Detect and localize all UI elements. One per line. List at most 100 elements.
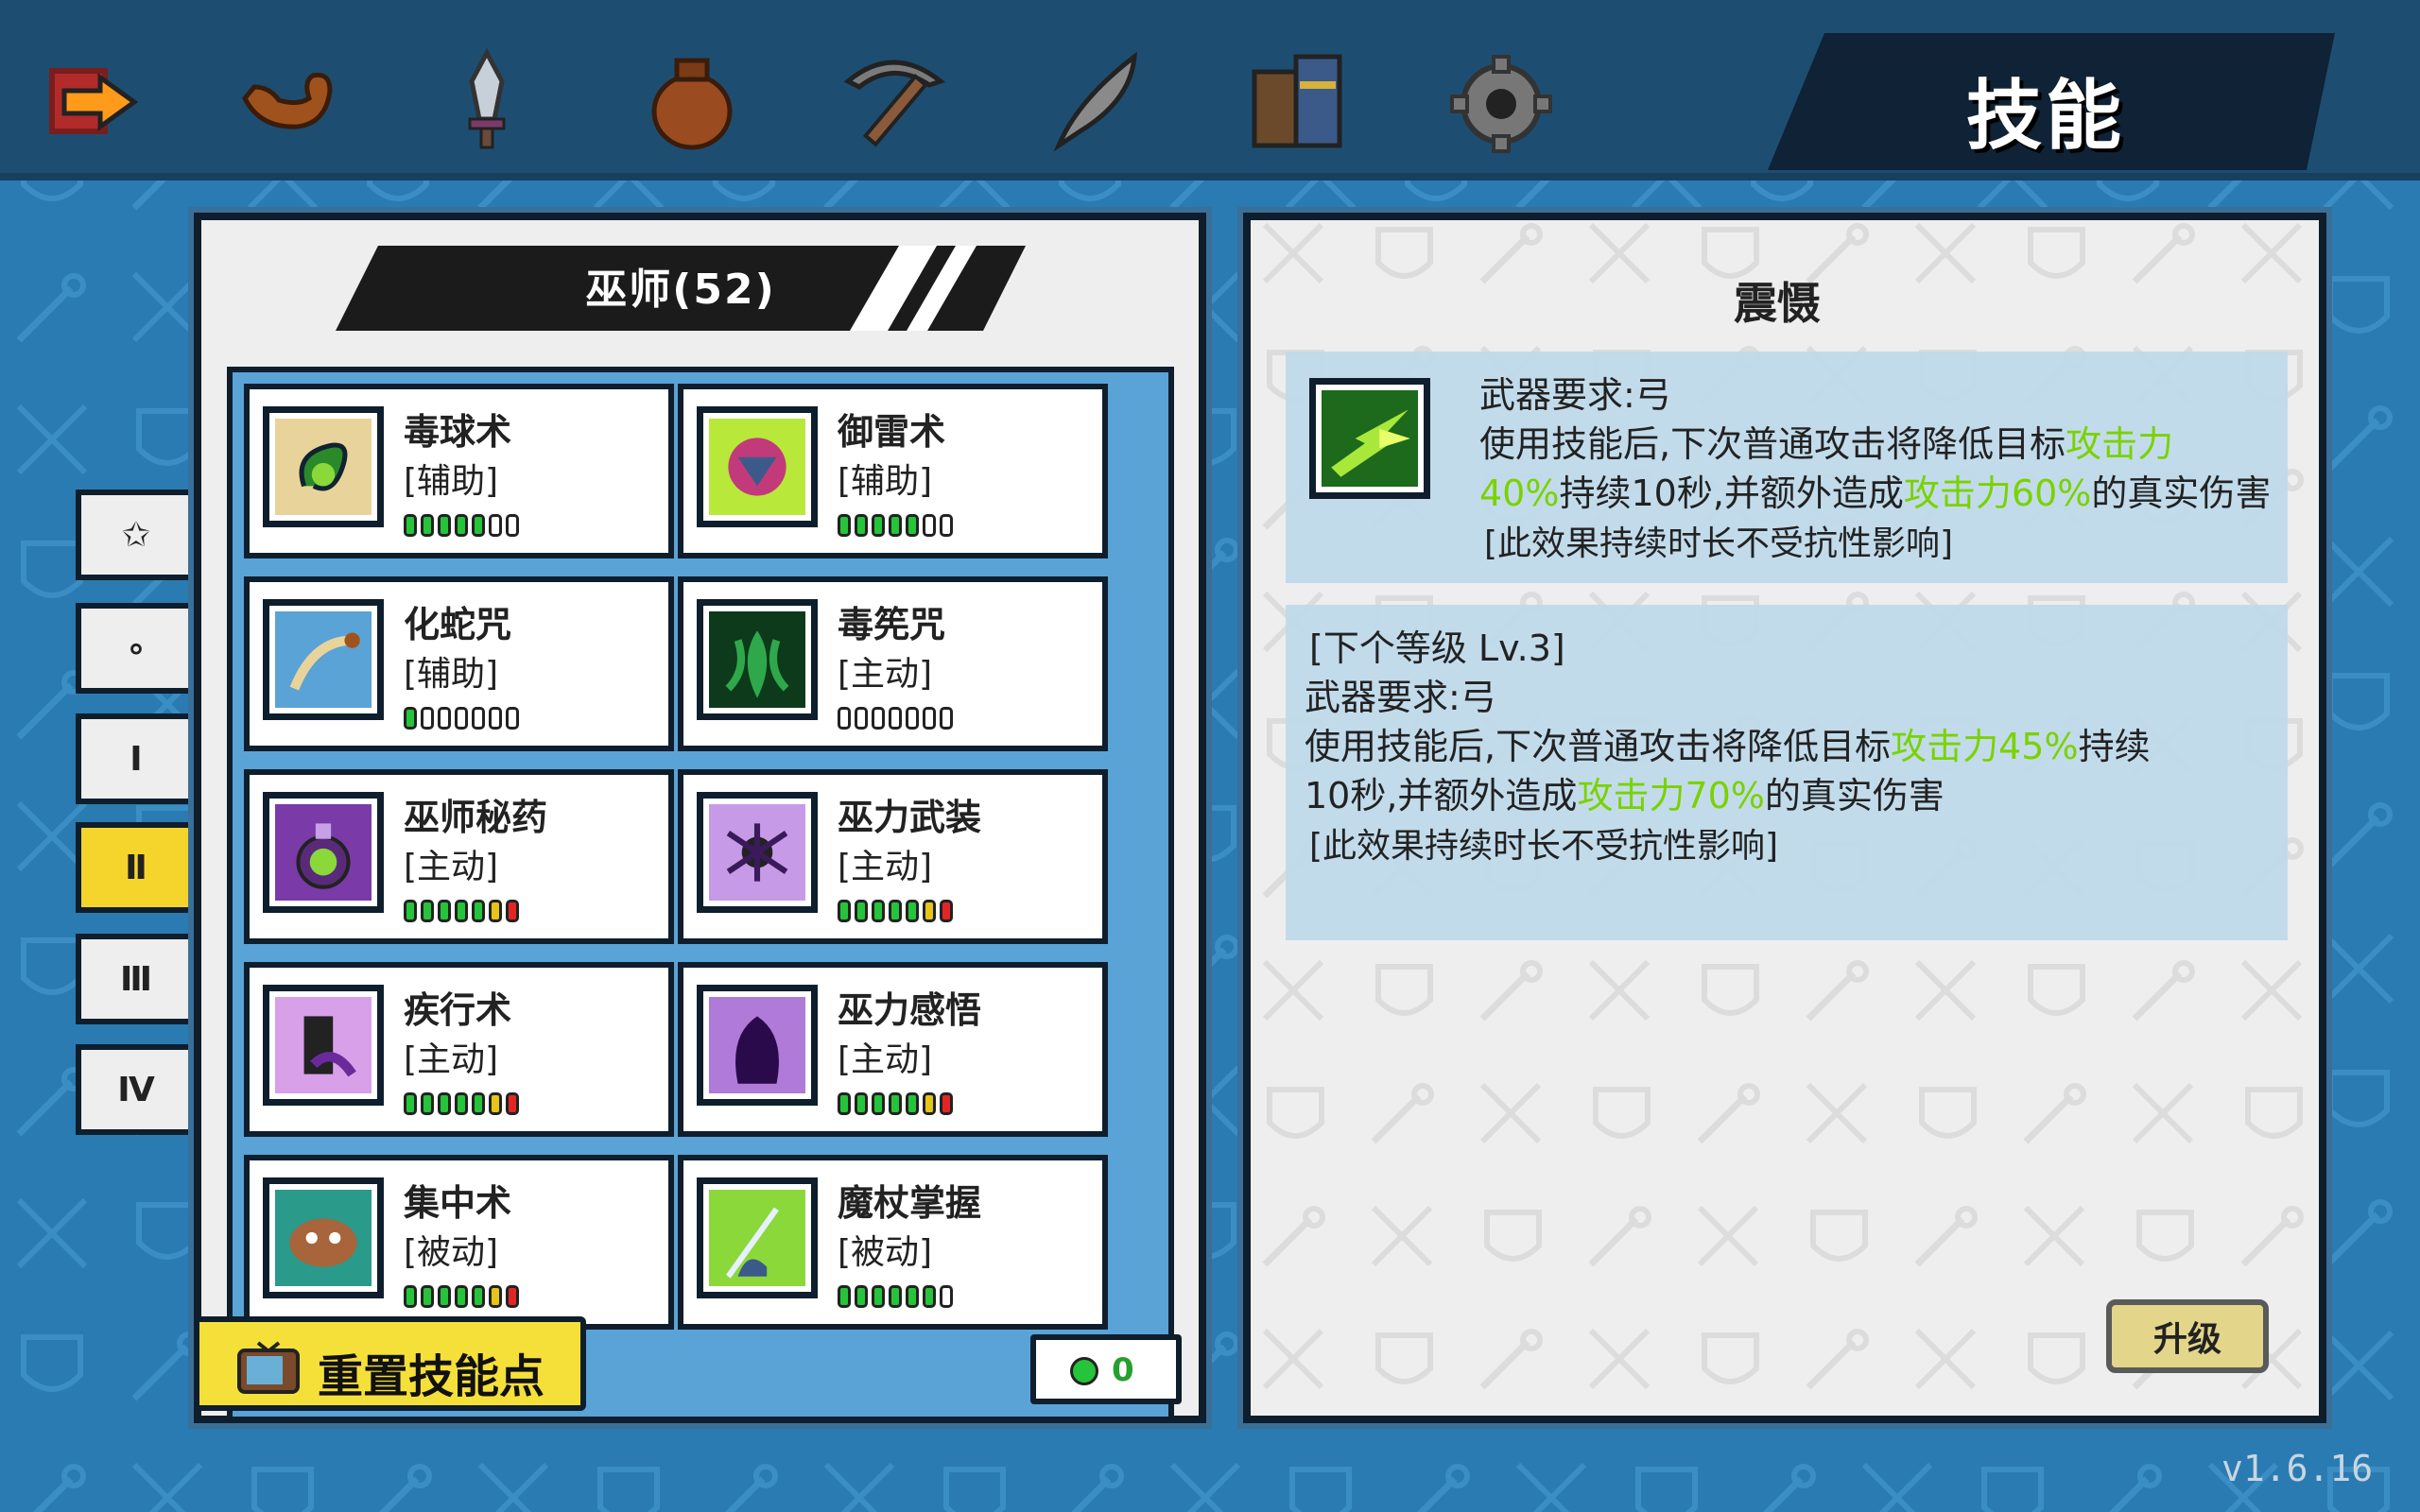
sword-icon[interactable]: [430, 43, 544, 157]
skill-level-dot: [940, 1285, 953, 1308]
skill-grid[interactable]: 毒球术 [辅助] 御雷术 [辅助] 化蛇咒 [辅助] 毒筅咒 [主动] 巫师秘药 [主动] 巫力武装…: [227, 367, 1174, 1422]
skill-type: [主动]: [838, 848, 933, 886]
skill-level-dot: [838, 1285, 851, 1308]
skill-name: 巫力感悟: [838, 989, 982, 1031]
class-label: 巫师(52): [585, 266, 776, 314]
skill-level-dot: [855, 1285, 868, 1308]
skill-level-dot: [455, 1285, 468, 1308]
skill-level-dot: [872, 514, 885, 537]
skill-level-dot: [455, 514, 468, 537]
skill-level-dot: [855, 900, 868, 922]
skill-card[interactable]: 疾行术 [主动]: [244, 962, 674, 1137]
books-icon[interactable]: [1243, 43, 1357, 157]
skill-card[interactable]: 巫师秘药 [主动]: [244, 769, 674, 944]
skill-level-dot: [489, 514, 502, 537]
tier-tab-5[interactable]: Ⅲ: [76, 934, 191, 1024]
reset-skill-points-button[interactable]: 重置技能点: [194, 1316, 586, 1411]
skill-level-dot: [889, 1092, 902, 1115]
skill-level-dot: [506, 1285, 519, 1308]
skill-level-dot: [872, 707, 885, 730]
feather-icon[interactable]: [1040, 43, 1153, 157]
skill-level-dots: [838, 707, 953, 730]
skill-level-dot: [472, 1285, 485, 1308]
skill-icon: [697, 599, 818, 720]
skill-level-dot: [421, 514, 434, 537]
skill-icon: [263, 792, 384, 913]
skill-level-dots: [838, 514, 953, 537]
skill-level-dot: [489, 1285, 502, 1308]
skill-level-dot: [506, 900, 519, 922]
skill-level-dot: [838, 900, 851, 922]
tier-tab-6[interactable]: Ⅳ: [76, 1044, 191, 1135]
skill-level-dot: [506, 707, 519, 730]
skill-card[interactable]: 巫力武装 [主动]: [678, 769, 1108, 944]
skill-icon: [263, 406, 384, 527]
skill-points-value: 0: [1112, 1351, 1134, 1389]
skill-level-dot: [421, 900, 434, 922]
skill-name: 毒筅咒: [838, 604, 946, 645]
skill-level-dot: [906, 900, 919, 922]
skill-level-dot: [889, 514, 902, 537]
skill-icon: [263, 599, 384, 720]
skill-level-dot: [889, 1285, 902, 1308]
skill-level-dots: [404, 1285, 519, 1308]
skill-level-dot: [838, 514, 851, 537]
skill-level-dot: [940, 900, 953, 922]
skill-card[interactable]: 化蛇咒 [辅助]: [244, 576, 674, 751]
skill-type: [主动]: [404, 848, 499, 886]
tier-tab-3[interactable]: Ⅰ: [76, 713, 191, 804]
skill-name: 集中术: [404, 1182, 512, 1224]
tv-icon: [235, 1341, 302, 1396]
next-weapon-req: 武器要求:弓: [1305, 677, 1496, 718]
skill-card[interactable]: 魔杖掌握 [被动]: [678, 1155, 1108, 1330]
skill-level-dots: [838, 1285, 953, 1308]
exit-arrow-icon[interactable]: [36, 43, 149, 157]
skill-level-dot: [404, 514, 417, 537]
skill-level-dot: [438, 707, 451, 730]
pickaxe-icon[interactable]: [837, 43, 950, 157]
skill-level-dots: [404, 514, 519, 537]
skill-level-dot: [872, 900, 885, 922]
skill-level-dot: [923, 900, 936, 922]
arm-strength-icon[interactable]: [232, 43, 345, 157]
skill-level-dot: [438, 1285, 451, 1308]
skill-card[interactable]: 御雷术 [辅助]: [678, 384, 1108, 558]
skill-level-dot: [906, 514, 919, 537]
skill-level-dot: [906, 707, 919, 730]
skill-name: 御雷术: [838, 411, 946, 453]
version-label: v1.6.16: [2221, 1448, 2374, 1489]
skill-name: 巫力武装: [838, 797, 982, 838]
skill-level-dot: [455, 1092, 468, 1115]
skill-level-dot: [404, 900, 417, 922]
skill-name: 疾行术: [404, 989, 512, 1031]
page-title: 技能: [1966, 72, 2125, 160]
skill-level-dot: [906, 1285, 919, 1308]
skill-level-dot: [855, 514, 868, 537]
upgrade-button[interactable]: 升级: [2106, 1299, 2269, 1373]
skill-level-dot: [438, 1092, 451, 1115]
skill-level-dots: [404, 707, 519, 730]
skill-name: 魔杖掌握: [838, 1182, 982, 1224]
skill-type: [辅助]: [838, 462, 933, 501]
tier-tab-4[interactable]: Ⅱ: [76, 822, 191, 913]
settings-gear-icon[interactable]: [1444, 43, 1558, 157]
skill-card[interactable]: 毒筅咒 [主动]: [678, 576, 1108, 751]
skill-level-dot: [923, 1092, 936, 1115]
skill-level-dot: [838, 707, 851, 730]
skill-points-counter: 0: [1030, 1334, 1182, 1404]
pouch-icon[interactable]: [635, 43, 749, 157]
skill-level-dot: [923, 707, 936, 730]
skill-card[interactable]: 集中术 [被动]: [244, 1155, 674, 1330]
current-effect-line-3: 40%持续10秒,并额外造成攻击力60%的真实伤害: [1479, 472, 2272, 514]
skill-name: 巫师秘药: [404, 797, 548, 838]
skill-level-dots: [838, 900, 953, 922]
tier-tab-1[interactable]: ✩: [76, 490, 191, 580]
skill-level-dot: [923, 1285, 936, 1308]
tier-tab-2[interactable]: ∘: [76, 603, 191, 694]
skill-card[interactable]: 巫力感悟 [主动]: [678, 962, 1108, 1137]
skill-name: 毒球术: [404, 411, 512, 453]
skill-level-dot: [838, 1092, 851, 1115]
next-effect-line-2: 使用技能后,下次普通攻击将降低目标攻击力45%持续: [1305, 726, 2151, 767]
skill-card[interactable]: 毒球术 [辅助]: [244, 384, 674, 558]
skill-level-dot: [940, 707, 953, 730]
